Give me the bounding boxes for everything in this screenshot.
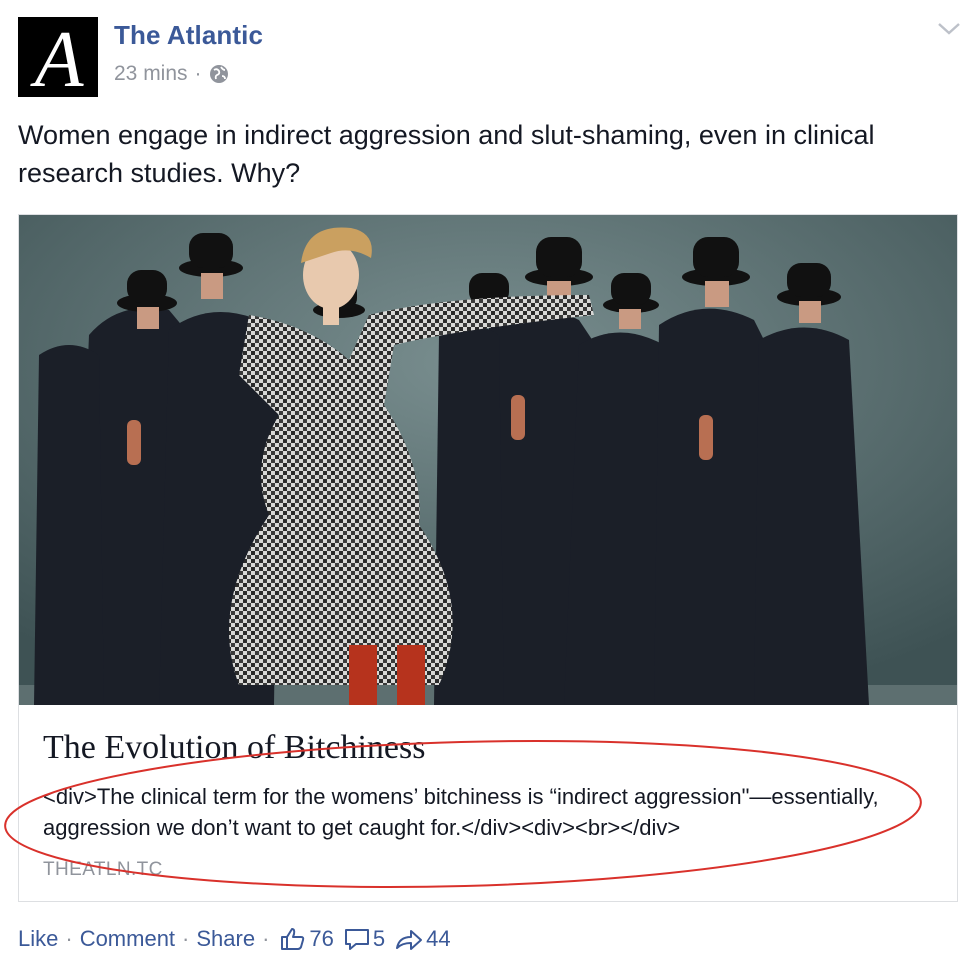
thumbs-up-icon <box>281 928 305 950</box>
share-link[interactable]: Share <box>196 926 255 952</box>
post-timestamp[interactable]: 23 mins <box>114 62 188 86</box>
meta-separator: · <box>194 62 202 85</box>
share-arrow-icon <box>396 930 423 950</box>
action-separator: · <box>65 926 73 951</box>
likes-count-button[interactable]: 76 <box>280 926 339 952</box>
shares-count: 44 <box>426 926 451 951</box>
link-description: <div>The clinical term for the womens’ b… <box>43 784 879 840</box>
link-preview-card[interactable]: The Evolution of Bitchiness <div>The cli… <box>18 214 958 902</box>
page-avatar[interactable]: A <box>18 17 98 97</box>
comment-link[interactable]: Comment <box>80 926 175 952</box>
shares-count-button[interactable]: 44 <box>395 926 456 952</box>
post-status-text: Women engage in indirect aggression and … <box>18 120 875 188</box>
comments-count: 5 <box>372 926 386 951</box>
like-link[interactable]: Like <box>18 926 58 952</box>
chevron-down-icon[interactable] <box>936 20 962 38</box>
avatar-letter: A <box>30 17 85 97</box>
comment-icon <box>344 929 369 950</box>
link-title[interactable]: The Evolution of Bitchiness <box>43 729 425 767</box>
action-separator: · <box>262 926 270 951</box>
likes-count: 76 <box>309 926 334 951</box>
post-action-bar: Like · Comment · Share · 76 5 44 <box>18 926 457 952</box>
globe-icon[interactable] <box>209 64 229 84</box>
link-preview-image[interactable] <box>19 215 957 705</box>
link-domain: THEATLN.TC <box>43 859 163 880</box>
comments-count-button[interactable]: 5 <box>344 926 391 952</box>
post-meta: 23 mins · <box>114 62 229 86</box>
action-separator: · <box>182 926 190 951</box>
page-name-link[interactable]: The Atlantic <box>114 20 263 51</box>
